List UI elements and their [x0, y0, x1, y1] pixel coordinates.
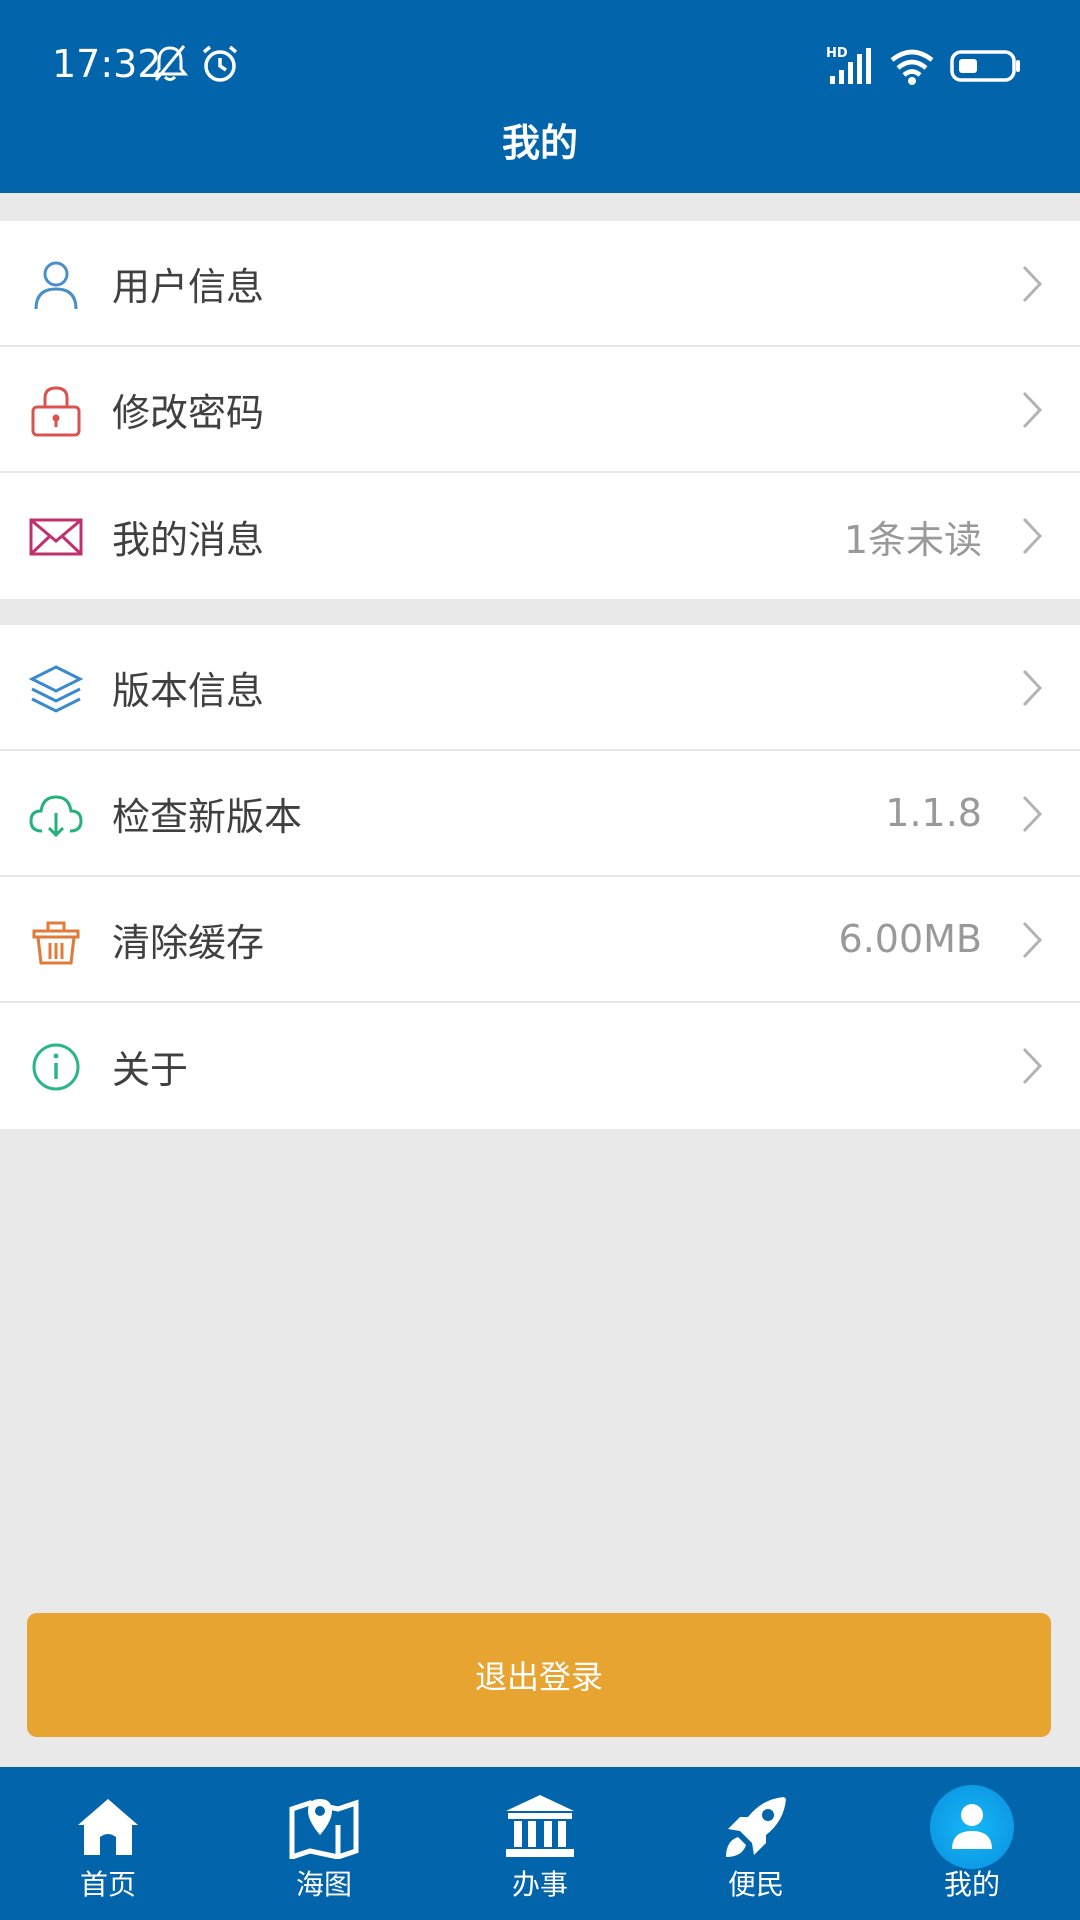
status-bar: 17:32 HD [0, 0, 1080, 130]
menu-item-label: 修改密码 [112, 390, 265, 435]
version-number: 1.1.8 [885, 791, 982, 835]
hd-signal-icon: HD [826, 46, 878, 86]
menu-item-label: 用户信息 [112, 264, 265, 309]
chevron-right-icon [1022, 391, 1043, 429]
tab-label: 办事 [511, 1868, 568, 1901]
chevron-right-icon [1022, 265, 1043, 303]
menu-item-label: 版本信息 [112, 668, 265, 713]
tab-services[interactable]: 办事 [432, 1767, 648, 1920]
chevron-right-icon [1022, 795, 1043, 833]
tab-label: 海图 [295, 1868, 352, 1901]
menu-item-label: 我的消息 [112, 517, 265, 562]
alarm-icon [202, 45, 238, 82]
menu-item-check-update[interactable]: 检查新版本 1.1.8 [0, 751, 1080, 877]
menu-item-label: 检查新版本 [112, 794, 303, 839]
menu-item-about[interactable]: 关于 [0, 1003, 1080, 1129]
basket-icon [32, 921, 80, 965]
unread-count: 1条未读 [843, 517, 982, 562]
cloud-download-icon [29, 795, 83, 838]
chevron-right-icon [1022, 517, 1043, 555]
logout-button[interactable]: 退出登录 [27, 1613, 1051, 1737]
tab-convenience[interactable]: 便民 [648, 1767, 864, 1920]
menu-item-change-password[interactable]: 修改密码 [0, 347, 1080, 473]
status-time: 17:32 [52, 42, 162, 86]
home-icon [78, 1799, 138, 1855]
menu-item-clear-cache[interactable]: 清除缓存 6.00MB [0, 877, 1080, 1003]
tab-mine[interactable]: 我的 [864, 1767, 1080, 1920]
app-menu-group: 版本信息 检查新版本 1.1.8 清除缓存 6.00MB 关于 [0, 625, 1080, 1129]
active-tab-indicator [930, 1785, 1014, 1869]
tab-label: 首页 [79, 1868, 136, 1901]
chevron-right-icon [1022, 921, 1043, 959]
rocket-icon [726, 1797, 786, 1857]
menu-item-label: 关于 [112, 1047, 189, 1092]
layers-icon [28, 665, 84, 713]
info-icon [32, 1043, 80, 1091]
map-icon [289, 1799, 359, 1859]
app-header: 17:32 HD 我的 [0, 0, 1080, 193]
tab-home[interactable]: 首页 [0, 1767, 216, 1920]
bell-muted-icon [152, 45, 188, 81]
tab-chart[interactable]: 海图 [216, 1767, 432, 1920]
battery-icon [950, 50, 1020, 82]
chevron-right-icon [1022, 669, 1043, 707]
menu-item-user-info[interactable]: 用户信息 [0, 221, 1080, 347]
menu-item-my-messages[interactable]: 我的消息 1条未读 [0, 473, 1080, 599]
bottom-tab-bar: 首页 海图 办事 便民 我的 [0, 1767, 1080, 1920]
bank-icon [506, 1795, 574, 1857]
lock-icon [31, 386, 81, 437]
tab-label: 我的 [943, 1868, 1000, 1901]
person-icon [952, 1804, 992, 1849]
mail-icon [29, 518, 83, 556]
account-menu-group: 用户信息 修改密码 我的消息 1条未读 [0, 221, 1080, 599]
cache-size: 6.00MB [838, 917, 982, 961]
tab-label: 便民 [727, 1868, 784, 1901]
wifi-icon [890, 49, 934, 85]
user-icon [34, 261, 78, 310]
page-title: 我的 [501, 121, 578, 165]
menu-item-label: 清除缓存 [112, 920, 265, 965]
menu-item-version-info[interactable]: 版本信息 [0, 625, 1080, 751]
chevron-right-icon [1022, 1047, 1043, 1085]
